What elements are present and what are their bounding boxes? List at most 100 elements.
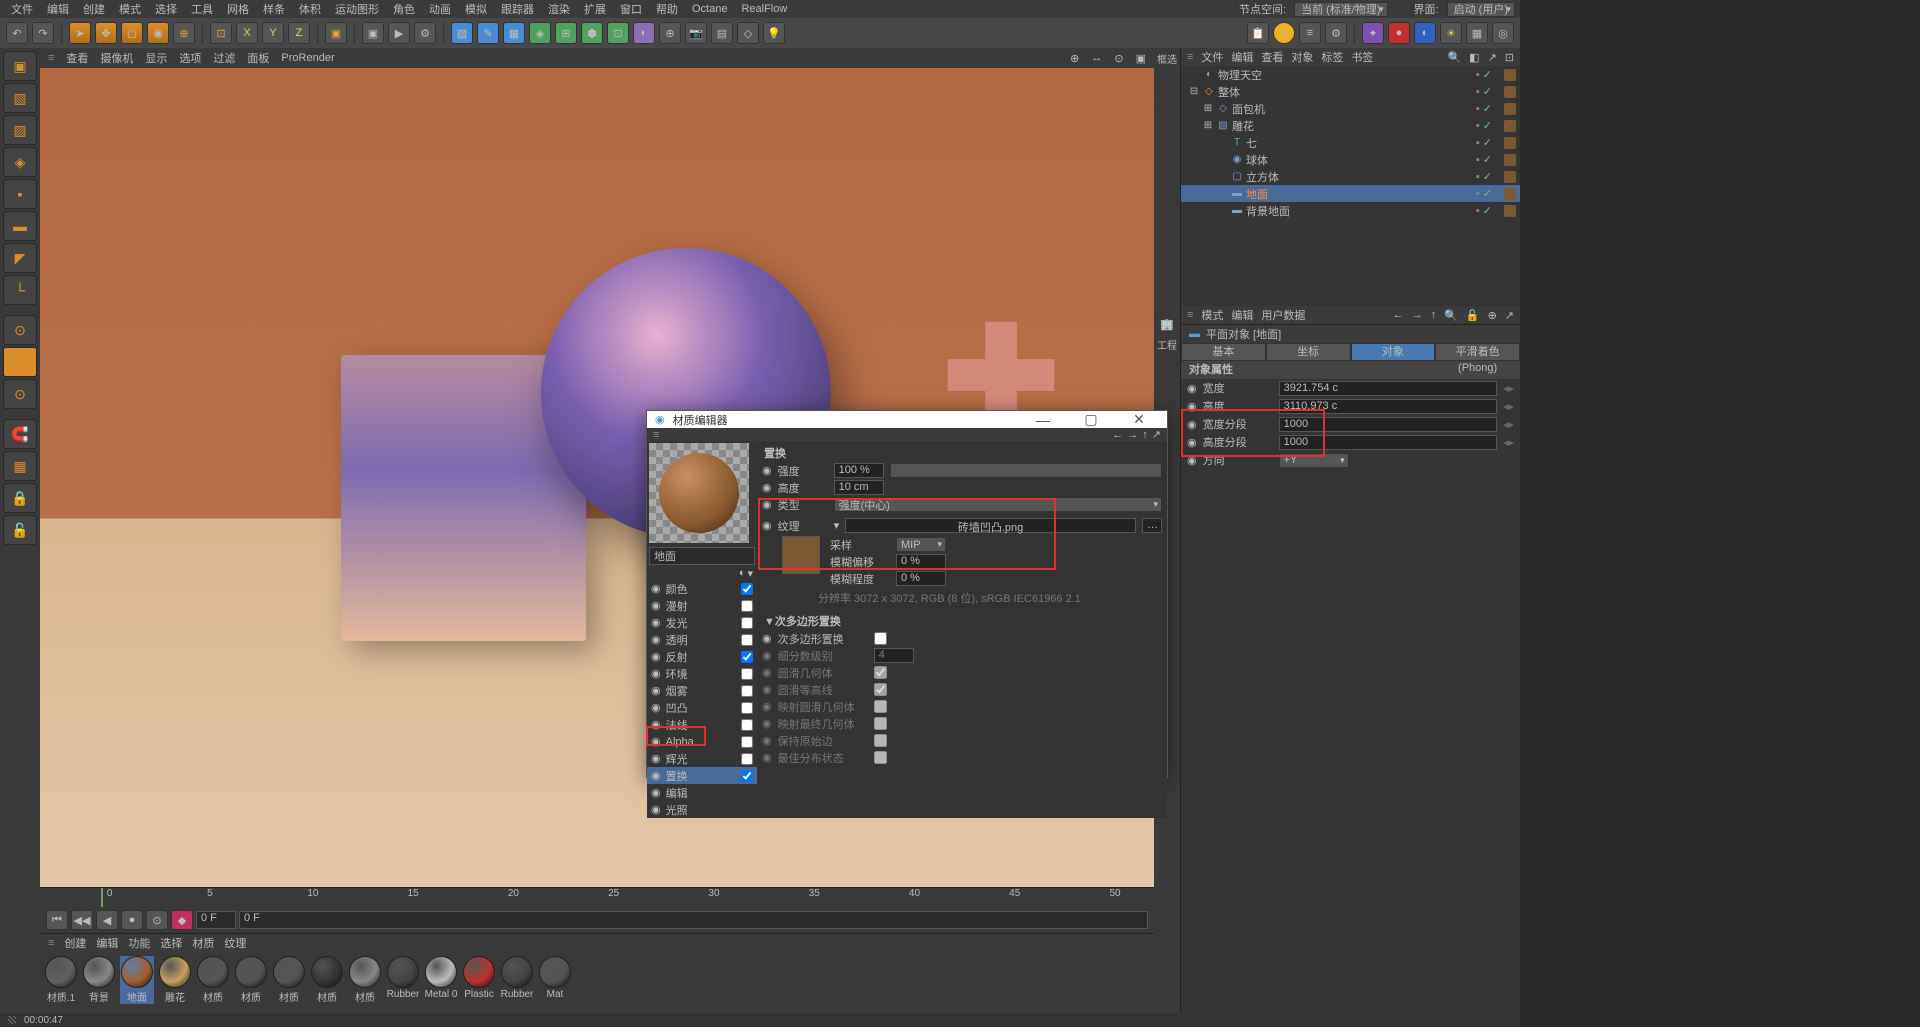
octane-s-icon[interactable]: S (1273, 22, 1295, 44)
attr-row[interactable]: ◉宽度3921.754 c◂▸ (1181, 379, 1520, 397)
height-input[interactable]: 10 cm (834, 480, 884, 495)
vp-nav-icon[interactable]: ⊙ (1114, 52, 1123, 65)
nav-popup-icon[interactable]: ↗ (1152, 428, 1161, 441)
nav-fwd-icon[interactable]: → (1412, 309, 1423, 321)
autokey-icon[interactable]: ● (121, 910, 143, 930)
attr-row[interactable]: ◉高度分段1000◂▸ (1181, 433, 1520, 451)
mat-menu[interactable]: 选择 (160, 935, 182, 951)
menu-item[interactable]: 创建 (77, 1, 111, 17)
attr-menu[interactable]: 编辑 (1231, 307, 1253, 323)
view-menu[interactable]: 查看 (66, 50, 88, 66)
material-item[interactable]: 材质.1 (44, 956, 78, 1004)
om-menu[interactable]: 对象 (1291, 49, 1313, 65)
undo-icon[interactable]: ↶ (6, 22, 28, 44)
blue-icon[interactable]: ◐ (1414, 22, 1436, 44)
floor-icon[interactable]: ▤ (711, 22, 733, 44)
snap-icon[interactable]: 🧲 (3, 419, 37, 449)
menu-item[interactable]: 动画 (423, 1, 457, 17)
material-item[interactable]: 地面 (120, 956, 154, 1004)
blur-scale-input[interactable]: 0 % (896, 571, 946, 586)
nav-back-icon[interactable]: ← (1112, 429, 1123, 441)
material-channel-row[interactable]: ◉辉光 (647, 750, 757, 767)
structure-icon[interactable]: ≡ (1299, 22, 1321, 44)
extrude-icon[interactable]: ⬢ (581, 22, 603, 44)
tab-coord[interactable]: 坐标 (1266, 343, 1351, 361)
nav-icon[interactable]: ◐ (739, 567, 746, 580)
attr-popup-icon[interactable]: ↗ (1505, 309, 1514, 322)
mat-menu[interactable]: 功能 (128, 935, 150, 951)
material-item[interactable]: 材质 (196, 956, 230, 1004)
om-menu[interactable]: 标签 (1321, 49, 1343, 65)
material-preview[interactable] (649, 443, 749, 543)
material-channel-row[interactable]: ◉漫射 (647, 597, 757, 614)
coord-system-icon[interactable]: ▣ (325, 22, 347, 44)
menu-item[interactable]: 窗口 (614, 1, 648, 17)
tree-row[interactable]: ◐物理天空▪✓ (1181, 66, 1520, 83)
menu-item[interactable]: Octane (686, 3, 733, 15)
attr-row[interactable]: ◉高度3110.973 c◂▸ (1181, 397, 1520, 415)
strength-input[interactable]: 100 % (834, 463, 884, 478)
material-item[interactable]: Plastic (462, 956, 496, 1004)
tweak-icon[interactable]: ⊙ (3, 315, 37, 345)
polygon-mode-icon[interactable]: ◤ (3, 243, 37, 273)
workplane-icon[interactable]: ▦ (3, 451, 37, 481)
view-menu[interactable]: 摄像机 (100, 50, 133, 66)
menu-item[interactable]: 跟踪器 (495, 1, 540, 17)
lock-icon[interactable]: 🔒 (3, 483, 37, 513)
material-editor-titlebar[interactable]: ◉ 材质编辑器 — ▢ ✕ (647, 411, 1167, 428)
settings-icon[interactable]: ⚙ (1325, 22, 1347, 44)
render-settings-icon[interactable]: ⚙ (414, 22, 436, 44)
maximize-icon[interactable]: ▢ (1071, 411, 1111, 428)
axis-lock-icon[interactable]: ⊡ (210, 22, 232, 44)
y-axis-icon[interactable]: Y (262, 22, 284, 44)
grid-icon[interactable]: ▦ (1466, 22, 1488, 44)
vp-nav-icon[interactable]: ⊕ (1070, 52, 1079, 65)
mat-menu[interactable]: 编辑 (96, 935, 118, 951)
nav-up-icon[interactable]: ↑ (1142, 429, 1148, 441)
close-icon[interactable]: ✕ (1119, 411, 1159, 428)
shader-icon[interactable]: ✦ (1362, 22, 1384, 44)
tree-row[interactable]: ▢立方体▪✓ (1181, 168, 1520, 185)
primitive-cube-icon[interactable]: ▧ (451, 22, 473, 44)
last-tool-icon[interactable]: ⊕ (173, 22, 195, 44)
content-browser-icon[interactable]: 📋 (1247, 22, 1269, 44)
red-record-icon[interactable]: ● (1388, 22, 1410, 44)
tab-basic[interactable]: 基本 (1181, 343, 1266, 361)
texture-path[interactable]: 砖墙凹凸.png (845, 518, 1136, 533)
rotate-tool-icon[interactable]: ◉ (147, 22, 169, 44)
attr-row[interactable]: ◉方向+Y (1181, 451, 1520, 469)
redo-icon[interactable]: ↷ (32, 22, 54, 44)
tree-row[interactable]: ⊞▧雕花▪✓ (1181, 117, 1520, 134)
subpoly-row[interactable]: ◉次多边形置换 (760, 630, 1164, 647)
subdiv-icon[interactable]: ⊞ (555, 22, 577, 44)
menu-item[interactable]: 编辑 (41, 1, 75, 17)
view-menu[interactable]: 选项 (179, 50, 201, 66)
render-pv-icon[interactable]: ▶ (388, 22, 410, 44)
current-frame-input[interactable]: 0 F (196, 911, 236, 929)
blur-offset-input[interactable]: 0 % (896, 554, 946, 569)
menu-item[interactable]: 运动图形 (329, 1, 385, 17)
environment-icon[interactable]: ⊕ (659, 22, 681, 44)
x-axis-icon[interactable]: X (236, 22, 258, 44)
material-channel-row[interactable]: ◉光照 (647, 801, 757, 818)
material-item[interactable]: Rubber (500, 956, 534, 1004)
material-name-input[interactable]: 地面 (649, 547, 755, 565)
view-menu[interactable]: ProRender (281, 52, 334, 64)
tree-row[interactable]: ⊟◇整体▪✓ (1181, 83, 1520, 100)
material-channel-row[interactable]: ◉置换 (647, 767, 757, 784)
sun-icon[interactable]: ☀ (1440, 22, 1462, 44)
tree-row[interactable]: ▬背景地面▪✓ (1181, 202, 1520, 219)
texture-thumbnail[interactable] (782, 536, 820, 574)
frame-input-2[interactable]: 0 F (239, 911, 1148, 929)
strength-slider[interactable] (890, 463, 1162, 478)
menu-item[interactable]: 模式 (113, 1, 147, 17)
menu-item[interactable]: RealFlow (735, 3, 793, 15)
material-item[interactable]: 材质 (234, 956, 268, 1004)
om-view-icon[interactable]: ⊡ (1505, 51, 1514, 64)
texture-browse-button[interactable]: … (1142, 518, 1162, 533)
attr-lock-icon[interactable]: 🔓 (1466, 309, 1480, 322)
spline-pen-icon[interactable]: ✎ (477, 22, 499, 44)
timeline-ruler[interactable]: 0 5 10 15 20 25 30 35 40 45 50 (40, 887, 1154, 907)
subpoly-section-title[interactable]: ▼次多边形置换 (760, 612, 1164, 630)
menu-item[interactable]: 帮助 (650, 1, 684, 17)
